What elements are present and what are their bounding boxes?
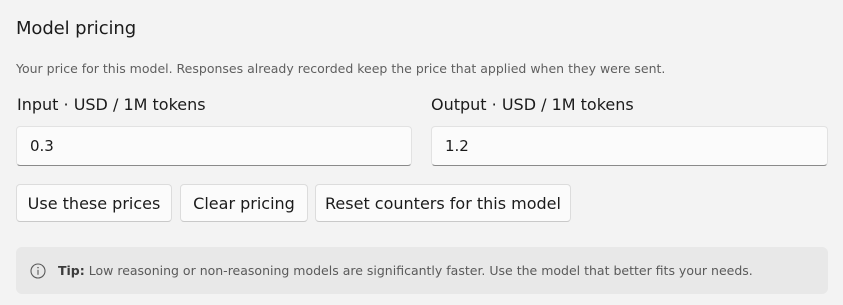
section-title: Model pricing (16, 18, 137, 39)
input-price-field[interactable] (16, 126, 412, 166)
tip-label: Tip: (58, 263, 85, 278)
output-price-label: Output · USD / 1M tokens (431, 95, 634, 114)
clear-pricing-button[interactable]: Clear pricing (180, 184, 308, 222)
model-pricing-panel: Model pricing Your price for this model.… (0, 0, 843, 305)
tip-text: Tip: Low reasoning or non-reasoning mode… (58, 263, 753, 278)
tip-banner: Tip: Low reasoning or non-reasoning mode… (16, 247, 828, 294)
section-description: Your price for this model. Responses alr… (16, 61, 666, 76)
info-icon (30, 263, 46, 279)
input-price-label: Input · USD / 1M tokens (17, 95, 206, 114)
output-price-field[interactable] (431, 126, 828, 166)
tip-message: Low reasoning or non-reasoning models ar… (84, 263, 753, 278)
reset-counters-button[interactable]: Reset counters for this model (315, 184, 571, 222)
use-these-prices-button[interactable]: Use these prices (16, 184, 172, 222)
